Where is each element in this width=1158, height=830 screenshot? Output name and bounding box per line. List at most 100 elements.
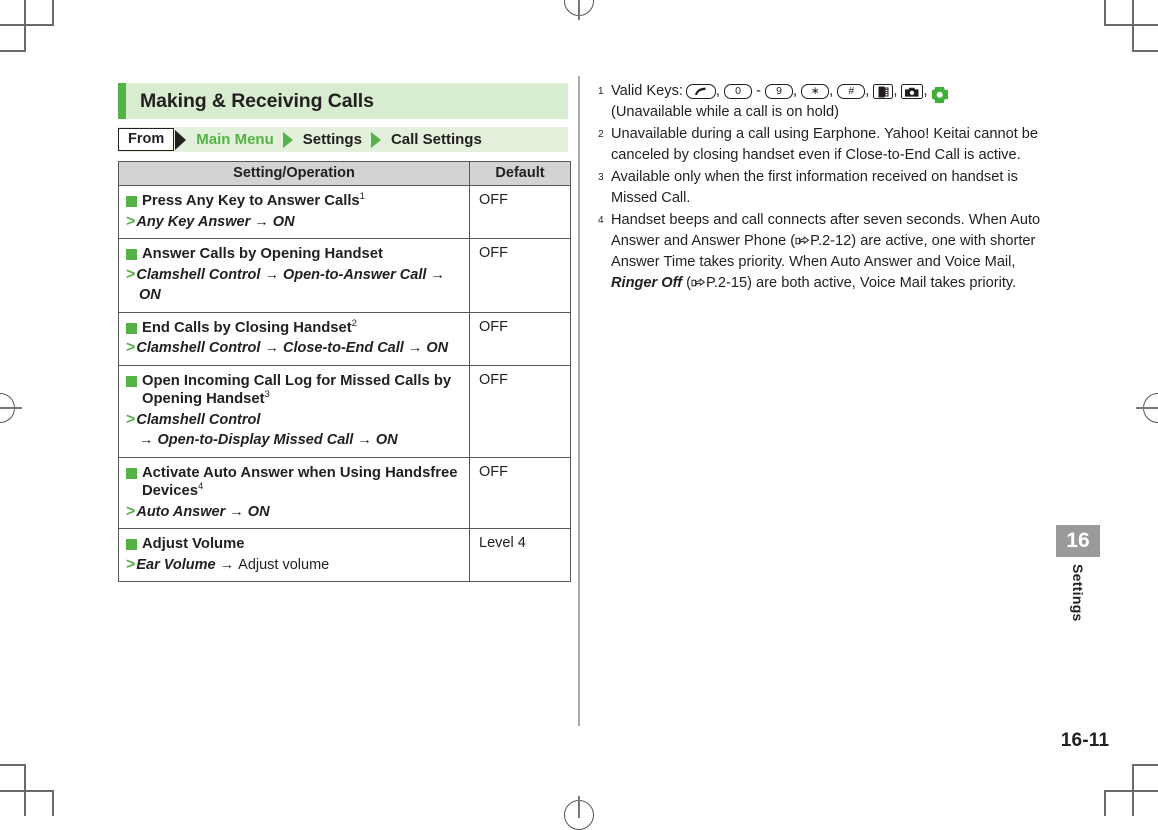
footnote-ref: 3: [264, 389, 270, 401]
table-cell-default: OFF: [469, 238, 571, 313]
memo-key-icon: [873, 84, 894, 99]
digit-0-key-icon: 0: [724, 84, 753, 99]
page-canvas: Making & Receiving Calls From Main Menu …: [0, 0, 1158, 830]
section-title-bar: Making & Receiving Calls: [118, 83, 568, 119]
table-cell-operation: Activate Auto Answer when Using Handsfre…: [118, 456, 470, 529]
breadcrumb-item-settings[interactable]: Settings: [303, 131, 362, 148]
star-key-icon: ∗: [801, 84, 830, 99]
operation-path-text-line2: ON: [139, 287, 161, 303]
from-chip: From: [118, 128, 187, 151]
table-cell-default: OFF: [469, 364, 571, 458]
column-divider: [578, 76, 580, 726]
page-reference-icon: [691, 275, 706, 287]
operation-path-text-line2: → Open-to-Display Missed Call → ON: [139, 432, 398, 448]
crop-mark-bottom-right-h2: [1132, 764, 1158, 766]
registration-mark-top-line: [578, 0, 580, 20]
crop-mark-bottom-left-h: [0, 790, 54, 792]
table-row: Open Incoming Call Log for Missed Calls …: [118, 364, 571, 458]
crop-mark-top-left-h2: [0, 50, 26, 52]
operation-path-text: Any Key Answer → ON: [136, 213, 295, 230]
operation-path-text: Clamshell Control → Open-to-Answer Call …: [136, 266, 445, 283]
operation-title: Answer Calls by Opening Handset: [126, 245, 463, 264]
operation-path: > Clamshell Control: [126, 411, 463, 430]
green-square-bullet-icon: [126, 467, 137, 479]
footnote-1-line2: (Unavailable while a call is on hold): [611, 104, 839, 120]
footnote-text: Unavailable during a call using Earphone…: [611, 126, 1039, 163]
operation-title-text: Answer Calls by Opening Handset: [142, 246, 383, 262]
chapter-tab: 16 Settings: [1056, 525, 1100, 627]
footnote-4-emphasis: Ringer Off: [611, 275, 683, 291]
crop-mark-bottom-right-v2: [1104, 792, 1106, 816]
breadcrumb-separator-icon: [282, 131, 293, 148]
operation-path-text: Clamshell Control: [136, 411, 261, 428]
footnote-4: 4 Handset beeps and call connects after …: [598, 210, 1046, 294]
left-column: Making & Receiving Calls From Main Menu …: [118, 83, 571, 582]
table-header-default: Default: [469, 161, 571, 186]
operation-title: Open Incoming Call Log for Missed Calls …: [126, 372, 463, 409]
green-square-bullet-icon: [126, 539, 137, 550]
footnote-ref: 4: [197, 481, 204, 493]
crop-mark-top-left-v2: [52, 0, 54, 24]
footnote-number: 4: [598, 215, 604, 226]
crop-mark-top-right-v2: [1104, 0, 1106, 24]
footnote-valid-keys-line: Valid Keys: , 0 - 9 , ∗ , # , , ,: [611, 81, 1046, 104]
operation-title-text: Adjust Volume: [142, 536, 245, 552]
page-title: Making & Receiving Calls: [140, 89, 374, 112]
green-square-bullet-icon: [126, 249, 137, 260]
footnote-lead-text: Valid Keys:: [611, 83, 683, 99]
footnotes-column: 1 Valid Keys: , 0 - 9 , ∗ , # , , , (Una…: [598, 81, 1046, 295]
operation-title: End Calls by Closing Handset2: [126, 317, 463, 338]
table-header-operation: Setting/Operation: [118, 161, 470, 186]
operation-path: > Ear Volume → Adjust volume: [126, 556, 463, 575]
green-square-bullet-icon: [126, 375, 137, 387]
table-row: Activate Auto Answer when Using Handsfre…: [118, 456, 571, 529]
operation-title-text: Press Any Key to Answer Calls: [142, 193, 360, 209]
page-reference-icon: [795, 233, 810, 245]
page-number: 16-11: [1060, 730, 1110, 751]
crop-mark-top-left-h: [0, 24, 54, 26]
crop-mark-top-right-h2: [1132, 50, 1158, 52]
chevron-right-icon: >: [126, 339, 136, 356]
section-title-accent: [118, 83, 126, 119]
table-cell-default: OFF: [469, 456, 571, 529]
table-cell-operation: Answer Calls by Opening Handset > Clamsh…: [118, 238, 470, 313]
footnote-4-ref2: P.2-15: [706, 275, 748, 291]
operation-path-plain-text: Adjust volume: [238, 556, 330, 573]
operation-path-text: Clamshell Control → Close-to-End Call → …: [136, 340, 449, 356]
chapter-number: 16: [1056, 525, 1100, 557]
operation-title: Press Any Key to Answer Calls1: [126, 192, 463, 211]
breadcrumb-item-call-settings[interactable]: Call Settings: [391, 131, 482, 148]
green-square-bullet-icon: [126, 196, 137, 207]
from-arrow-icon: [175, 129, 187, 150]
footnote-4-ref1: P.2-12: [810, 233, 852, 249]
footnote-number: 3: [598, 172, 604, 183]
crop-mark-bottom-left-h2: [0, 764, 26, 766]
green-square-bullet-icon: [126, 322, 137, 334]
footnote-ref: 2: [351, 317, 357, 329]
registration-mark-bottom-line: [578, 796, 580, 818]
operation-title-text: Open Incoming Call Log for Missed Calls …: [142, 372, 452, 408]
chevron-right-icon: >: [126, 502, 136, 520]
operation-path: > Auto Answer → ON: [126, 503, 463, 522]
operation-path: > Clamshell Control → Close-to-End Call …: [126, 339, 463, 358]
from-label: From: [118, 128, 175, 151]
table-cell-operation: End Calls by Closing Handset2 > Clamshel…: [118, 311, 470, 366]
crop-mark-top-right-h: [1104, 24, 1158, 26]
operation-title: Adjust Volume: [126, 535, 463, 554]
navigation-key-icon: [930, 85, 949, 104]
digit-9-key-icon: 9: [765, 84, 794, 99]
crop-mark-bottom-left-v2: [52, 792, 54, 816]
footnote-2: 2 Unavailable during a call using Earpho…: [598, 124, 1046, 166]
table-header-row: Setting/Operation Default: [118, 161, 571, 186]
chevron-right-icon: >: [126, 555, 136, 573]
table-row: End Calls by Closing Handset2 > Clamshel…: [118, 311, 571, 366]
table-cell-operation: Adjust Volume > Ear Volume → Adjust volu…: [118, 528, 470, 582]
camera-key-icon: [901, 84, 924, 99]
operation-title-text: Activate Auto Answer when Using Handsfre…: [142, 464, 458, 500]
breadcrumb-item-main-menu[interactable]: Main Menu: [196, 131, 274, 148]
footnote-ref: 1: [359, 191, 365, 203]
settings-table: Setting/Operation Default Press Any Key …: [118, 161, 571, 582]
operation-path-continued: → Open-to-Display Missed Call → ON: [126, 431, 463, 450]
table-cell-operation: Open Incoming Call Log for Missed Calls …: [118, 364, 470, 458]
table-cell-operation: Press Any Key to Answer Calls1 > Any Key…: [118, 185, 470, 239]
